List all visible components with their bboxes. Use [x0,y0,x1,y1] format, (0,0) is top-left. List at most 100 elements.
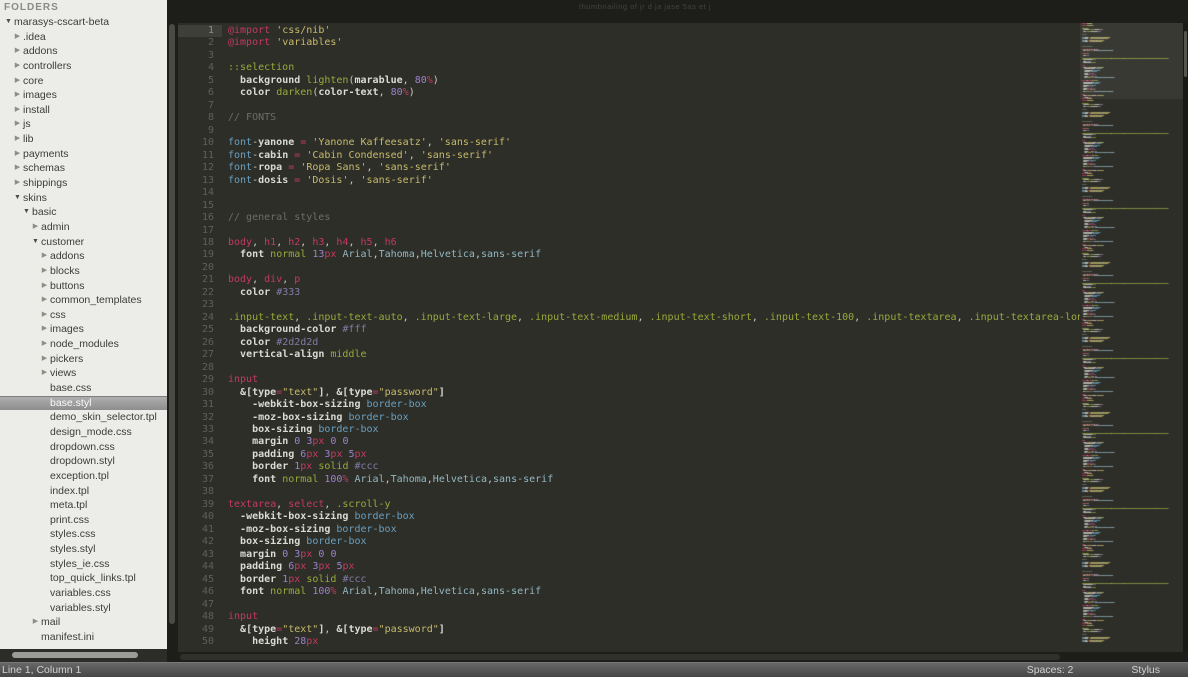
code-line[interactable]: 13 font-dosis = 'Dosis', 'sans-serif' [178,175,1080,187]
line-number[interactable]: 28 [178,362,222,374]
tree-file-index.tpl[interactable]: index.tpl [0,484,167,499]
tree-folder-payments[interactable]: ▶ payments [0,147,167,162]
expand-arrow-icon[interactable]: ▶ [39,249,50,264]
code-line[interactable]: 35 padding 6px 3px 5px [178,449,1080,461]
line-number[interactable]: 35 [178,449,222,461]
line-number[interactable]: 8 [178,112,222,124]
line-number[interactable]: 9 [178,125,222,137]
line-number[interactable]: 20 [178,262,222,274]
code-line[interactable]: 20 [178,262,1080,274]
code-line[interactable]: 5 background lighten(marablue, 80%) [178,75,1080,87]
code-line[interactable]: 9 [178,125,1080,137]
line-number[interactable]: 7 [178,100,222,112]
expand-arrow-icon[interactable]: ▶ [12,117,23,132]
line-number[interactable]: 24 [178,312,222,324]
line-number[interactable]: 32 [178,412,222,424]
tree-file-base.styl[interactable]: base.styl [0,395,167,411]
expand-arrow-icon[interactable]: ▶ [39,337,50,352]
code-line[interactable]: 23 [178,299,1080,311]
line-number[interactable]: 13 [178,175,222,187]
code-line[interactable]: 32 -moz-box-sizing border-box [178,412,1080,424]
line-number[interactable]: 41 [178,524,222,536]
tree-folder-images[interactable]: ▶ images [0,322,167,337]
expand-arrow-icon[interactable]: ▶ [39,352,50,367]
code-line[interactable]: 45 border 1px solid #ccc [178,574,1080,586]
code-line[interactable]: 36 border 1px solid #ccc [178,461,1080,473]
code-line[interactable]: 17 [178,225,1080,237]
tree-folder-basic[interactable]: ▼ basic [0,205,167,220]
tree-folder-lib[interactable]: ▶ lib [0,132,167,147]
code-line[interactable]: 42 box-sizing border-box [178,536,1080,548]
expand-arrow-icon[interactable]: ▶ [12,88,23,103]
line-number[interactable]: 46 [178,586,222,598]
tree-file-top_quick_links.tpl[interactable]: top_quick_links.tpl [0,571,167,586]
code-line[interactable]: 37 font normal 100% Arial,Tahoma,Helveti… [178,474,1080,486]
minimap[interactable] [1080,23,1183,652]
sidebar-horizontal-scrollbar[interactable] [0,649,167,662]
tree-file-dropdown.styl[interactable]: dropdown.styl [0,454,167,469]
code-line[interactable]: 21 body, div, p [178,274,1080,286]
sidebar-vertical-scrollbar[interactable] [167,0,178,662]
code-line[interactable]: 15 [178,200,1080,212]
tree-folder-skins[interactable]: ▼ skins [0,191,167,206]
tree-folder-addons[interactable]: ▶ addons [0,44,167,59]
code-line[interactable]: 10 font-yanone = 'Yanone Kaffeesatz', 'sa… [178,137,1080,149]
code-line[interactable]: 16 // general styles [178,212,1080,224]
editor-horizontal-scrollbar[interactable] [178,652,1188,662]
line-number[interactable]: 39 [178,499,222,511]
tree-folder-.idea[interactable]: ▶ .idea [0,30,167,45]
code-line[interactable]: 33 box-sizing border-box [178,424,1080,436]
line-number[interactable]: 47 [178,599,222,611]
code-line[interactable]: 2 @import 'variables' [178,37,1080,49]
tree-file-styles.styl[interactable]: styles.styl [0,542,167,557]
tree-folder-controllers[interactable]: ▶ controllers [0,59,167,74]
line-number[interactable]: 26 [178,337,222,349]
sidebar-vscroll-thumb[interactable] [169,24,175,624]
expand-arrow-icon[interactable]: ▶ [39,279,50,294]
expand-arrow-icon[interactable]: ▶ [12,30,23,45]
line-number[interactable]: 10 [178,137,222,149]
line-number[interactable]: 33 [178,424,222,436]
code-line[interactable]: 8 // FONTS [178,112,1080,124]
tree-folder-mail[interactable]: ▶ mail [0,615,167,630]
line-number[interactable]: 11 [178,150,222,162]
expand-arrow-icon[interactable]: ▶ [39,366,50,381]
tree-folder-shippings[interactable]: ▶ shippings [0,176,167,191]
line-number[interactable]: 6 [178,87,222,99]
tree-folder-core[interactable]: ▶ core [0,74,167,89]
line-number[interactable]: 16 [178,212,222,224]
code-line[interactable]: 27 vertical-align middle [178,349,1080,361]
tree-folder-views[interactable]: ▶ views [0,366,167,381]
expand-arrow-icon[interactable]: ▶ [39,264,50,279]
code-line[interactable]: 49 &[type="text"], &[type="password"] [178,624,1080,636]
expand-arrow-icon[interactable]: ▶ [12,147,23,162]
line-number[interactable]: 29 [178,374,222,386]
editor-vscroll-thumb[interactable] [1184,31,1187,77]
code-line[interactable]: 12 font-ropa = 'Ropa Sans', 'sans-serif' [178,162,1080,174]
indent-setting[interactable]: Spaces: 2 [1027,664,1074,676]
tree-folder-node_modules[interactable]: ▶ node_modules [0,337,167,352]
expand-arrow-icon[interactable]: ▶ [30,220,41,235]
line-number[interactable]: 2 [178,37,222,49]
line-number[interactable]: 31 [178,399,222,411]
code-line[interactable]: 28 [178,362,1080,374]
tree-file-exception.tpl[interactable]: exception.tpl [0,469,167,484]
code-line[interactable]: 4::selection [178,62,1080,74]
line-number[interactable]: 12 [178,162,222,174]
code-editor[interactable]: 1 @import 'css/nib' 2 @import 'variables' 3 4… [178,23,1080,652]
code-line[interactable]: 18 body, h1, h2, h3, h4, h5, h6 [178,237,1080,249]
line-number[interactable]: 30 [178,387,222,399]
line-number[interactable]: 48 [178,611,222,623]
code-line[interactable]: 30 &[type="text"], &[type="password"] [178,387,1080,399]
code-line[interactable]: 50 height 28px [178,636,1080,648]
line-number[interactable]: 19 [178,249,222,261]
tree-folder-js[interactable]: ▶ js [0,117,167,132]
editor-vertical-scrollbar[interactable] [1183,23,1188,652]
minimap-viewport[interactable] [1080,23,1183,99]
tree-file-design_mode.css[interactable]: design_mode.css [0,425,167,440]
tree-folder-admin[interactable]: ▶ admin [0,220,167,235]
line-number[interactable]: 34 [178,436,222,448]
expand-arrow-icon[interactable]: ▶ [30,615,41,630]
collapse-arrow-icon[interactable]: ▼ [30,235,41,250]
line-number[interactable]: 21 [178,274,222,286]
